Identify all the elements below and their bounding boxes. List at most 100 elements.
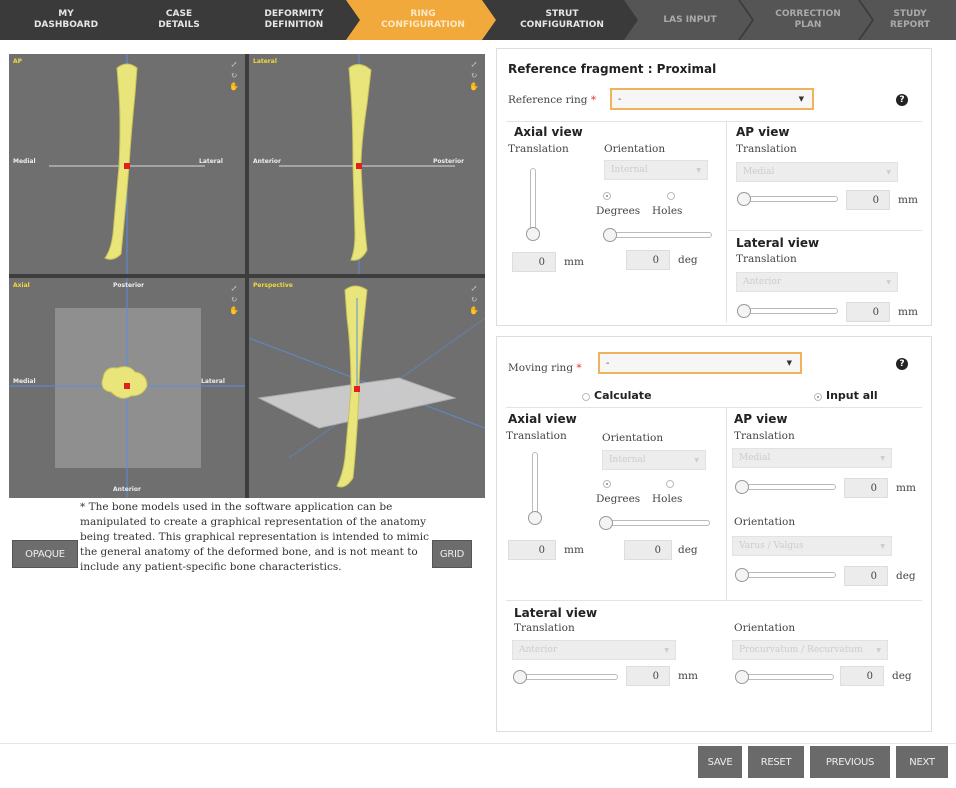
next-button[interactable]: NEXT [896,746,948,778]
slider-handle[interactable] [513,670,527,684]
input-all-radio[interactable] [814,393,822,401]
reset-button[interactable]: RESET [748,746,804,778]
divider [726,122,727,322]
opaque-button[interactable]: OPAQUE [12,540,78,568]
mov-lateral-translation-slider[interactable] [513,670,618,684]
mov-ap-translation-slider[interactable] [735,480,836,494]
nav-step-ring-configuration[interactable]: RING CONFIGURATION [346,0,496,40]
workflow-nav: MY DASHBOARD CASE DETAILS DEFORMITY DEFI… [0,0,956,40]
mov-axial-translation-input[interactable]: 0 [508,540,556,560]
ref-lateral-translation-label: Translation [736,253,797,265]
rotate-icon[interactable]: ↻ [231,295,238,304]
ap-view-pane[interactable]: AP Medial Lateral ⤢ ↻ ✋ [9,54,245,274]
mov-holes-radio[interactable] [666,480,674,488]
moving-ring-select[interactable]: - ▼ [598,352,802,374]
mov-ap-orientation-select[interactable]: Varus / Valgus ▼ [732,536,892,556]
rotate-icon[interactable]: ↻ [471,71,478,80]
nav-step-study-report[interactable]: STUDY REPORT [860,0,956,40]
calculate-radio[interactable] [582,393,590,401]
mov-ap-translation-input[interactable]: 0 [844,478,888,498]
ref-axial-translation-slider[interactable] [526,168,540,241]
mov-ap-translation-select[interactable]: Medial ▼ [732,448,892,468]
slider-handle[interactable] [737,304,751,318]
reference-ring-label: Reference ring * [508,94,597,106]
mov-lateral-orientation-label: Orientation [734,622,796,634]
previous-button[interactable]: PREVIOUS [810,746,890,778]
slider-handle[interactable] [528,511,542,525]
ref-lateral-translation-select[interactable]: Anterior ▼ [736,272,898,292]
mov-lateral-orientation-slider[interactable] [735,670,834,684]
expand-icon[interactable]: ⤢ [471,284,478,293]
perspective-view-pane[interactable]: Perspective ⤢ ↻ ✋ [249,278,485,498]
hand-icon[interactable]: ✋ [469,82,479,91]
mov-lateral-translation-input[interactable]: 0 [626,666,670,686]
save-button[interactable]: SAVE [698,746,742,778]
help-icon[interactable]: ? [896,94,908,106]
axial-view-tools[interactable]: ⤢ ↻ ✋ [228,283,240,316]
slider-handle[interactable] [737,192,751,206]
slider-handle[interactable] [526,227,540,241]
mov-axial-orientation-input[interactable]: 0 [624,540,672,560]
grid-button[interactable]: GRID [432,540,472,568]
ref-axial-translation-unit: mm [564,256,584,268]
mov-axial-orientation-select[interactable]: Internal ▼ [602,450,706,470]
viewer-divider-horizontal [9,274,485,278]
axial-view-pane[interactable]: Axial Posterior Medial Lateral Anterior … [9,278,245,498]
nav-step-strut-configuration[interactable]: STRUT CONFIGURATION [484,0,636,40]
ref-ap-translation-input[interactable]: 0 [846,190,890,210]
ref-axial-translation-label: Translation [508,143,569,155]
slider-handle[interactable] [735,670,749,684]
hand-icon[interactable]: ✋ [229,306,239,315]
rotate-icon[interactable]: ↻ [231,71,238,80]
chevron-down-icon: ▼ [786,359,792,367]
nav-step-correction-plan[interactable]: CORRECTION PLAN [740,0,872,40]
lateral-posterior-label: Posterior [433,158,465,165]
slider-handle[interactable] [603,228,617,242]
mov-holes-label: Holes [652,493,683,505]
slider-handle[interactable] [599,516,613,530]
reference-ring-select[interactable]: - ▼ [610,88,814,110]
slider-handle[interactable] [735,568,749,582]
lateral-view-tools[interactable]: ⤢ ↻ ✋ [468,59,480,92]
ref-lateral-translation-input[interactable]: 0 [846,302,890,322]
ref-ap-translation-slider[interactable] [737,192,838,206]
lateral-view-pane[interactable]: Lateral Anterior Posterior ⤢ ↻ ✋ [249,54,485,274]
nav-step-deformity-definition[interactable]: DEFORMITY DEFINITION [226,0,358,40]
bone-viewer[interactable]: AP Medial Lateral ⤢ ↻ ✋ Lateral Anterior P… [9,54,485,498]
mov-lateral-translation-select[interactable]: Anterior ▼ [512,640,676,660]
mov-ap-orientation-input[interactable]: 0 [844,566,888,586]
ref-lateral-translation-slider[interactable] [737,304,838,318]
nav-step-case-details[interactable]: CASE DETAILS [116,0,238,40]
mov-ap-orientation-slider[interactable] [735,568,836,582]
chevron-down-icon: ▼ [798,95,804,103]
rotate-icon[interactable]: ↻ [471,295,478,304]
hand-icon[interactable]: ✋ [229,82,239,91]
nav-step-my-dashboard[interactable]: MY DASHBOARD [0,0,128,40]
lateral-view-title: Lateral [253,58,277,65]
ref-degrees-radio[interactable] [603,192,611,200]
ref-axial-orientation-select[interactable]: Internal ▼ [604,160,708,180]
mov-axial-orientation-slider[interactable] [599,516,710,530]
chevron-down-icon: ▼ [694,456,699,464]
ref-axial-orientation-slider[interactable] [603,228,712,242]
mov-degrees-radio[interactable] [603,480,611,488]
ap-medial-label: Medial [13,158,36,165]
divider [506,121,922,122]
expand-icon[interactable]: ⤢ [231,284,238,293]
mov-axial-translation-slider[interactable] [528,452,542,525]
hand-icon[interactable]: ✋ [469,306,479,315]
nav-step-las-input[interactable]: LAS INPUT [624,0,752,40]
ap-view-tools[interactable]: ⤢ ↻ ✋ [228,59,240,92]
chevron-down-icon: ▼ [880,542,885,550]
expand-icon[interactable]: ⤢ [231,60,238,69]
help-icon[interactable]: ? [896,358,908,370]
mov-lateral-orientation-input[interactable]: 0 [840,666,884,686]
perspective-view-tools[interactable]: ⤢ ↻ ✋ [468,283,480,316]
mov-lateral-orientation-select[interactable]: Procurvatum / Recurvatum ▼ [732,640,888,660]
ref-holes-radio[interactable] [667,192,675,200]
ref-axial-orientation-input[interactable]: 0 [626,250,670,270]
ref-ap-translation-select[interactable]: Medial ▼ [736,162,898,182]
slider-handle[interactable] [735,480,749,494]
ref-axial-translation-input[interactable]: 0 [512,252,556,272]
expand-icon[interactable]: ⤢ [471,60,478,69]
